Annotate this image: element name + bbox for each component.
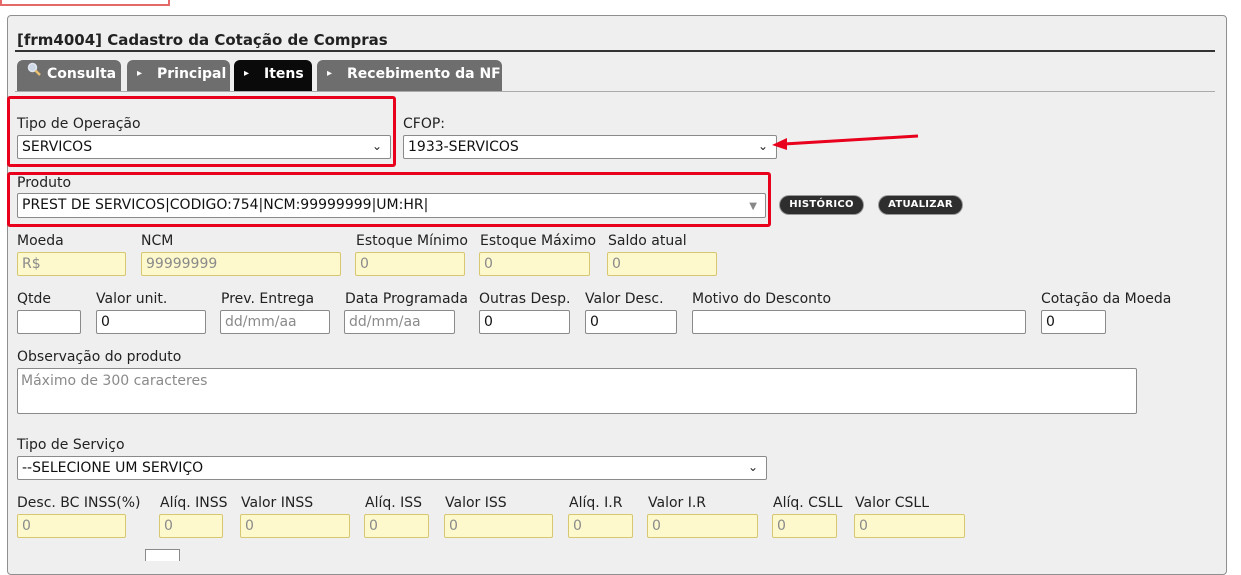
triangle-right-icon: ▸ — [327, 68, 333, 79]
prev-entrega-input[interactable]: dd/mm/aa — [220, 310, 330, 334]
valor-inss-label: Valor INSS — [241, 495, 314, 511]
tipo-servico-select[interactable]: --SELECIONE UM SERVIÇO ⌄ — [17, 456, 767, 480]
produto-label: Produto — [17, 175, 72, 191]
top-annotation-box — [0, 0, 170, 6]
tipo-operacao-select[interactable]: SERVICOS ⌄ — [17, 135, 391, 159]
valor-csll-label: Valor CSLL — [855, 495, 929, 511]
produto-value: PREST DE SERVICOS|CODIGO:754|NCM:9999999… — [22, 197, 429, 213]
cfop-select[interactable]: 1933-SERVICOS ⌄ — [403, 135, 777, 159]
motivo-desconto-input[interactable] — [692, 310, 1026, 334]
valor-desc-label: Valor Desc. — [585, 291, 664, 307]
saldo-atual-field: 0 — [607, 252, 717, 276]
triangle-down-icon: ▼ — [749, 201, 757, 212]
valor-csll-field[interactable]: 0 — [854, 514, 965, 538]
qtde-label: Qtde — [17, 291, 52, 307]
moeda-label: Moeda — [17, 233, 64, 249]
ncm-label: NCM — [141, 233, 174, 249]
valor-unit-input[interactable]: 0 — [96, 310, 206, 334]
data-programada-input[interactable]: dd/mm/aa — [344, 310, 455, 334]
tab-recebimento-nf[interactable]: ▸ Recebimento da NF — [317, 60, 502, 92]
tab-consulta[interactable]: Consulta — [17, 60, 121, 92]
ncm-field: 99999999 — [141, 252, 341, 276]
tab-itens-label: Itens — [264, 66, 304, 82]
chevron-down-icon: ⌄ — [757, 139, 768, 153]
tab-recebimento-label: Recebimento da NF — [347, 66, 501, 82]
prev-entrega-label: Prev. Entrega — [221, 291, 315, 307]
aliq-csll-field[interactable]: 0 — [772, 514, 837, 538]
valor-ir-label: Valor I.R — [648, 495, 707, 511]
tipo-servico-value: --SELECIONE UM SERVIÇO — [22, 460, 204, 476]
aliq-inss-label: Alíq. INSS — [160, 495, 228, 511]
valor-inss-field[interactable]: 0 — [240, 514, 350, 538]
cotacao-moeda-input[interactable]: 0 — [1041, 310, 1106, 334]
cotacao-moeda-label: Cotação da Moeda — [1041, 291, 1172, 307]
title-divider — [15, 50, 1215, 52]
valor-iss-label: Valor ISS — [445, 495, 507, 511]
aliq-inss-field[interactable]: 0 — [159, 514, 223, 538]
observacao-textarea[interactable]: Máximo de 300 caracteres — [17, 368, 1137, 414]
data-programada-label: Data Programada — [345, 291, 468, 307]
triangle-right-icon: ▸ — [137, 68, 143, 79]
tipo-operacao-label: Tipo de Operação — [17, 116, 141, 132]
observacao-label: Observação do produto — [17, 349, 182, 365]
aliq-ir-field[interactable]: 0 — [568, 514, 633, 538]
qtde-input[interactable] — [17, 310, 81, 334]
tab-consulta-label: Consulta — [47, 66, 117, 82]
tab-itens[interactable]: ▸ Itens — [234, 60, 312, 92]
tipo-operacao-value: SERVICOS — [22, 139, 93, 155]
aliq-csll-label: Alíq. CSLL — [773, 495, 843, 511]
motivo-desconto-label: Motivo do Desconto — [692, 291, 832, 307]
tab-principal[interactable]: ▸ Principal — [127, 60, 230, 92]
saldo-atual-label: Saldo atual — [608, 233, 687, 249]
page-title: [frm4004] Cadastro da Cotação de Compras — [17, 31, 388, 49]
aliq-ir-label: Alíq. I.R — [569, 495, 623, 511]
aliq-iss-field[interactable]: 0 — [364, 514, 429, 538]
outras-desp-label: Outras Desp. — [479, 291, 571, 307]
partial-input[interactable] — [145, 549, 180, 561]
desc-bc-inss-label: Desc. BC INSS(%) — [17, 495, 141, 511]
valor-desc-input[interactable]: 0 — [585, 310, 677, 334]
chevron-down-icon: ⌄ — [747, 460, 758, 474]
tipo-servico-label: Tipo de Serviço — [17, 437, 125, 453]
chevron-down-icon: ⌄ — [371, 139, 382, 153]
cfop-value: 1933-SERVICOS — [408, 139, 519, 155]
moeda-field: R$ — [17, 252, 126, 276]
aliq-iss-label: Alíq. ISS — [365, 495, 423, 511]
search-icon — [27, 60, 41, 88]
estoque-minimo-field: 0 — [355, 252, 465, 276]
estoque-maximo-label: Estoque Máximo — [480, 233, 597, 249]
arrow-annotation-icon — [772, 134, 919, 150]
desc-bc-inss-field[interactable]: 0 — [17, 514, 126, 538]
valor-ir-field[interactable]: 0 — [647, 514, 758, 538]
estoque-minimo-label: Estoque Mínimo — [356, 233, 468, 249]
triangle-right-icon: ▸ — [244, 68, 250, 79]
outras-desp-input[interactable]: 0 — [479, 310, 570, 334]
atualizar-button[interactable]: ATUALIZAR — [879, 196, 962, 214]
valor-unit-label: Valor unit. — [96, 291, 168, 307]
tab-divider — [15, 91, 1215, 92]
cfop-label: CFOP: — [403, 116, 446, 132]
historico-button[interactable]: HISTÓRICO — [780, 196, 863, 214]
estoque-maximo-field: 0 — [479, 252, 590, 276]
valor-iss-field[interactable]: 0 — [444, 514, 553, 538]
produto-combobox[interactable]: PREST DE SERVICOS|CODIGO:754|NCM:9999999… — [17, 193, 766, 218]
tab-principal-label: Principal — [157, 66, 227, 82]
